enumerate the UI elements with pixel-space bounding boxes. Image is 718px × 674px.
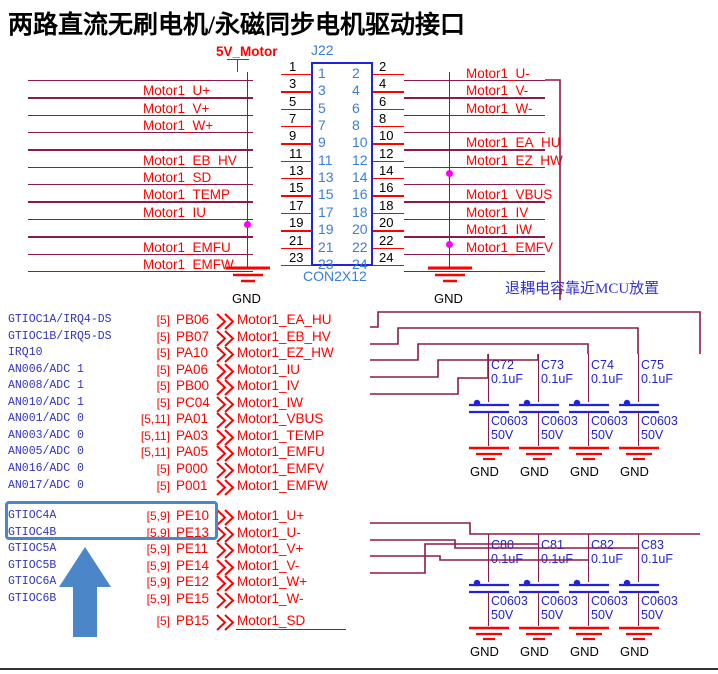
route-bot-1 [370,522,700,535]
routing-wires [370,79,701,574]
route-top-4 [370,354,539,378]
route-right-drop [545,79,561,300]
route-top-2 [370,327,639,354]
footer-divider [0,668,718,670]
route-top-1 [370,311,701,354]
route-top-3 [370,343,589,361]
route-bot-3 [370,555,588,561]
